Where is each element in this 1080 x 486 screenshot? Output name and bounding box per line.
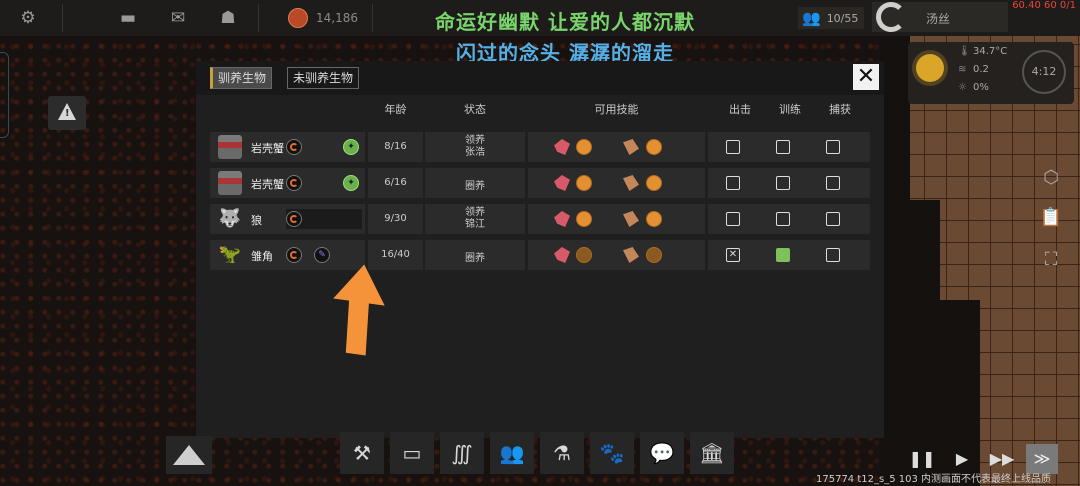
subtitle-line-1: 命运好幽默 让爱的人都沉默 [435,10,695,34]
swirl-trait-icon[interactable] [286,211,302,227]
sortie-checkbox-disabled[interactable]: ✕ [726,248,740,262]
folder-icon[interactable]: ▭ [390,432,434,474]
creature-dialog: 驯养生物 未驯养生物 ✕ 年龄 状态 可用技能 出击 训练 捕获 岩壳蟹 ✦ 8… [196,61,884,438]
table-row[interactable]: 🦖 雏角 ✎ 16/40 圈养 ✕ [210,240,870,270]
rock-crab-icon [218,171,242,195]
swirl-trait-icon[interactable] [286,175,302,191]
bulb-icon[interactable]: ✦ [343,139,359,155]
creature-cell: 岩壳蟹 ✦ [210,168,365,198]
people-icon[interactable]: 👥 [490,432,534,474]
close-button[interactable]: ✕ [853,64,879,90]
creature-status: 圈养 [465,181,485,192]
creature-age: 16/40 [381,249,410,260]
train-checkbox[interactable] [776,176,790,190]
clipboard-icon[interactable]: 📋 [1036,204,1066,232]
table-row[interactable]: 岩壳蟹 ✦ 6/16 圈养 [210,168,870,198]
bulb-icon[interactable]: ✦ [343,175,359,191]
build-info: 175774 t12_s_5 103 内测画面不代表最终上线品质 [816,474,1052,485]
swirl-trait-icon[interactable] [286,139,302,155]
creature-status: 领养 张浩 [465,135,485,158]
train-checkbox-checked[interactable] [776,248,790,262]
temple-icon[interactable]: 🏛 [690,432,734,474]
orb-skill-icon[interactable] [646,139,662,155]
chat-bubble-icon[interactable]: 💬 [640,432,684,474]
creature-age: 9/30 [384,213,407,224]
bottom-toolbar: ⚒ ▭ ∭ 👥 ⚗ 🐾 💬 🏛 [340,432,740,474]
scroll-skill-icon[interactable] [623,211,639,227]
sortie-checkbox[interactable] [726,140,740,154]
thermometer-icon: 🌡 [958,46,971,57]
rain-icon: ☼ [958,82,967,93]
col-status: 状态 [464,103,486,116]
col-sortie: 出击 [729,103,751,116]
orb-skill-icon[interactable] [646,211,662,227]
wind-row: ≋ 0.2 [958,64,989,75]
build-tools-icon[interactable]: ⚒ [340,432,384,474]
sortie-checkbox[interactable] [726,176,740,190]
capture-checkbox[interactable] [826,176,840,190]
tab-tamed[interactable]: 驯养生物 [210,67,273,89]
orb-skill-icon[interactable] [646,247,662,263]
soundwave-icon[interactable]: ∭ [440,432,484,474]
left-panel-edge[interactable] [0,52,9,138]
dino-icon: 🦖 [218,244,242,265]
orb-skill-icon[interactable] [576,211,592,227]
creature-age: 8/16 [384,141,407,152]
skills-cell [528,204,705,234]
capture-checkbox[interactable] [826,140,840,154]
scroll-skill-icon[interactable] [623,139,639,155]
table-row[interactable]: 🐺 狼 9/30 领养 锦江 [210,204,870,234]
orb-skill-icon[interactable] [576,175,592,191]
cube-icon[interactable]: ⬡ [1036,164,1066,192]
skills-cell [528,132,705,162]
bird-skill-icon[interactable] [554,139,570,155]
capture-checkbox[interactable] [826,248,840,262]
col-train: 训练 [779,103,801,116]
train-checkbox[interactable] [776,212,790,226]
creature-name: 岩壳蟹 [251,178,284,191]
scan-icon[interactable]: ⛶ [1036,246,1066,274]
creature-status: 领养 锦江 [465,207,485,230]
bird-skill-icon[interactable] [554,211,570,227]
creature-name: 岩壳蟹 [251,142,284,155]
train-checkbox[interactable] [776,140,790,154]
col-capture: 捕获 [829,103,851,116]
pyramid-button[interactable] [166,436,212,474]
warning-button[interactable]: ! [48,96,86,130]
col-age: 年龄 [384,103,407,116]
bird-skill-icon[interactable] [554,247,570,263]
creature-cell: 🐺 狼 [210,204,365,234]
wolf-icon: 🐺 [218,208,242,229]
temperature-row: 🌡 34.7°C [958,46,1008,57]
table-row[interactable]: 岩壳蟹 ✦ 8/16 领养 张浩 [210,132,870,162]
scroll-skill-icon[interactable] [623,175,639,191]
orb-skill-icon[interactable] [576,247,592,263]
col-skills: 可用技能 [594,103,639,116]
capture-checkbox[interactable] [826,212,840,226]
creature-icon[interactable]: 🐾 [590,432,634,474]
rain-row: ☼ 0% [958,82,989,93]
swirl-trait-icon[interactable] [286,247,302,263]
skills-cell [528,240,705,270]
scroll-skill-icon[interactable] [623,247,639,263]
sortie-checkbox[interactable] [726,212,740,226]
game-clock: 4:12 [1022,50,1066,94]
creature-cell: 岩壳蟹 ✦ [210,132,365,162]
tab-untamed[interactable]: 未驯养生物 [287,67,360,89]
flask-icon[interactable]: ⚗ [540,432,584,474]
weather-widget[interactable]: 🌡 34.7°C ≋ 0.2 ☼ 0% 4:12 [908,42,1074,104]
rock-crab-icon [218,135,242,159]
sun-icon [916,54,944,82]
creature-name: 狼 [251,214,262,227]
orb-skill-icon[interactable] [576,139,592,155]
feather-icon[interactable]: ✎ [314,247,330,263]
creature-age: 6/16 [384,177,407,188]
wind-icon: ≋ [958,64,967,75]
pointer-arrow-icon [333,264,385,356]
creature-name: 雏角 [251,250,273,263]
creature-status: 圈养 [465,253,485,264]
skills-cell [528,168,705,198]
orb-skill-icon[interactable] [646,175,662,191]
bird-skill-icon[interactable] [554,175,570,191]
